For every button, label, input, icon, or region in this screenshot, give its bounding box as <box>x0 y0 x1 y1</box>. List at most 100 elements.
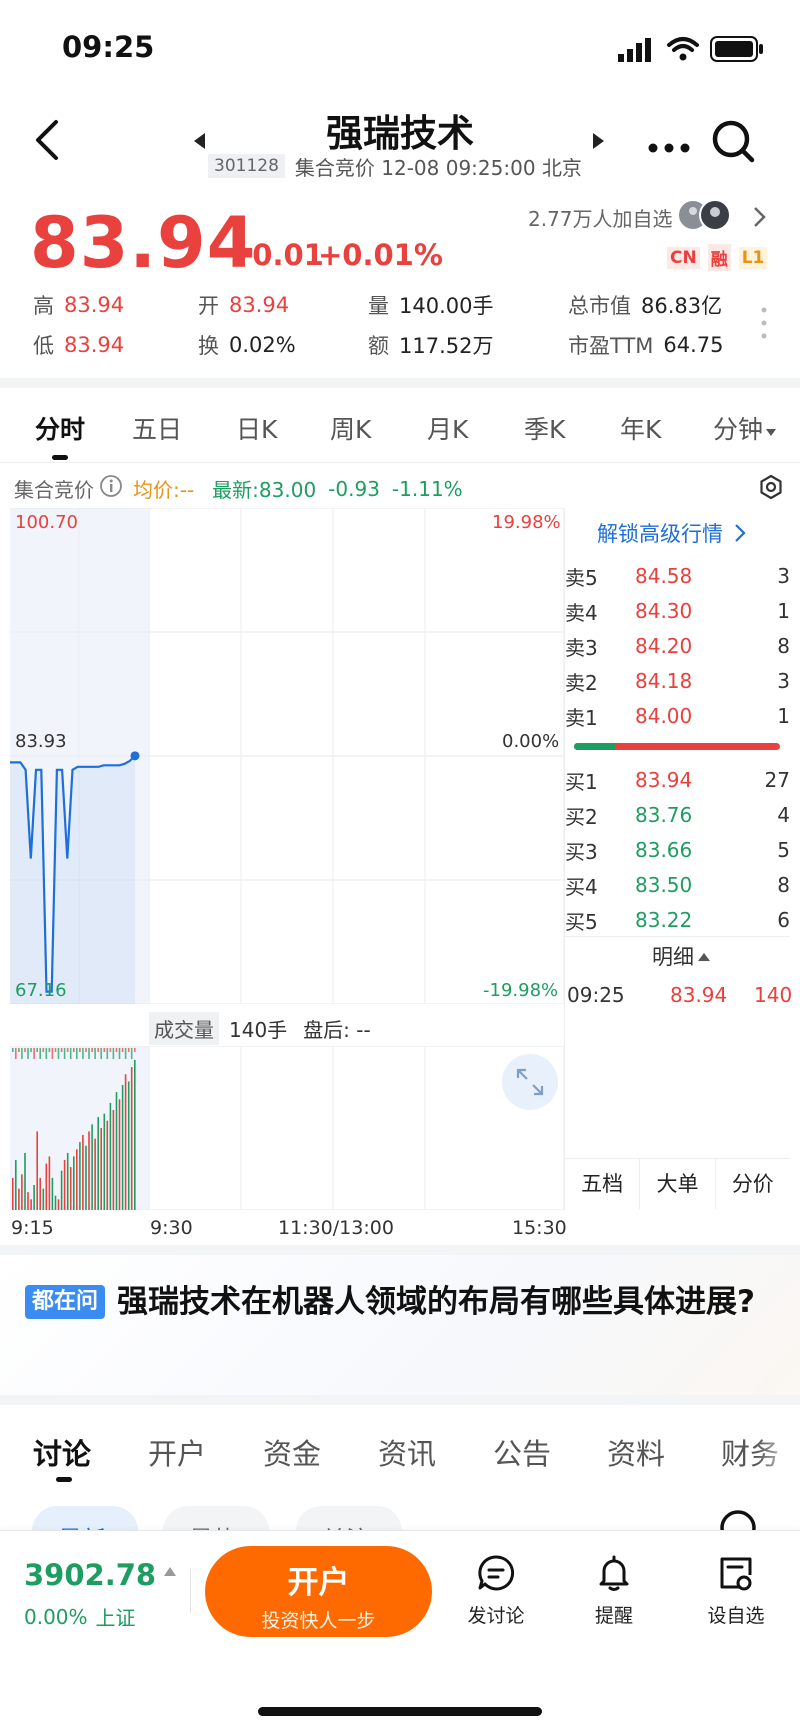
ask-row-2: 卖2 84.18 3 <box>565 664 790 698</box>
orderbook-tab-level5[interactable]: 五档 <box>565 1159 641 1209</box>
latest-price: 最新:83.00 <box>212 478 317 502</box>
volume-bar <box>66 1152 69 1210</box>
bid-volume: 6 <box>777 908 790 932</box>
tab-monthly-k[interactable]: 月K <box>427 410 468 446</box>
index-value[interactable]: 3902.78 <box>24 1558 156 1592</box>
watcher-avatars[interactable] <box>676 198 748 236</box>
stock-code: 301128 <box>208 154 285 178</box>
volume-tick <box>127 1048 130 1052</box>
orderbook-tab-big-orders[interactable]: 大单 <box>640 1159 716 1209</box>
price-change: +0.01 <box>228 238 324 272</box>
volume-tick <box>97 1048 99 1052</box>
bid-label: 买4 <box>565 874 598 899</box>
tab-daily-k[interactable]: 日K <box>236 410 277 446</box>
volume-bar <box>45 1163 48 1210</box>
volume-tick <box>45 1048 48 1059</box>
search-icon[interactable] <box>710 118 756 168</box>
axis-price-mid: 83.93 <box>15 731 67 752</box>
chevron-right-icon[interactable] <box>752 206 766 232</box>
bid-volume: 5 <box>777 838 790 862</box>
stat-mktcap-value: 86.83亿 <box>641 294 723 318</box>
axis-pct-top: 19.98% <box>492 512 561 533</box>
ask-price: 84.18 <box>635 669 693 693</box>
status-time: 09:25 <box>62 30 155 64</box>
volume-tick <box>106 1048 109 1059</box>
home-indicator <box>258 1707 542 1716</box>
time-label-midday: 11:30/13:00 <box>278 1217 394 1239</box>
bid-price: 83.22 <box>635 908 693 932</box>
ask-volume: 8 <box>777 634 790 658</box>
question-body: 强瑞技术在机器人领域的布局有哪些具体进展? <box>117 1284 755 1320</box>
volume-chart[interactable] <box>10 1046 564 1210</box>
watchers-count[interactable]: 2.77万人加自选 <box>528 203 673 232</box>
expand-chart-button[interactable] <box>502 1054 558 1110</box>
tab-news[interactable]: 资讯 <box>378 1431 436 1473</box>
intraday-price-chart[interactable] <box>10 508 564 1004</box>
tab-5day[interactable]: 五日 <box>132 410 182 446</box>
alert-button[interactable]: 提醒 <box>572 1553 656 1628</box>
ask-row-4: 卖4 84.30 1 <box>565 594 790 628</box>
volume-bar <box>60 1170 63 1210</box>
tab-capital[interactable]: 资金 <box>263 1431 321 1473</box>
volume-bar <box>18 1188 20 1210</box>
add-watchlist-button[interactable]: 设自选 <box>692 1553 780 1628</box>
volume-tick <box>39 1048 41 1059</box>
axis-pct-mid: 0.00% <box>502 731 560 752</box>
tab-discussion[interactable]: 讨论 <box>33 1431 91 1473</box>
bid-ask-ratio-bar <box>574 743 780 750</box>
open-account-button[interactable]: 开户 投资快人一步 <box>205 1546 432 1637</box>
post-discussion-button[interactable]: 发讨论 <box>452 1553 540 1628</box>
volume-bar <box>85 1145 87 1210</box>
volume-bar <box>36 1131 38 1210</box>
tab-open-account[interactable]: 开户 <box>148 1431 206 1473</box>
volume-tick <box>48 1048 51 1052</box>
unlock-advanced-quotes[interactable]: 解锁高级行情 <box>597 518 747 548</box>
volume-tick <box>42 1048 45 1052</box>
detail-label: 明细 <box>652 945 694 969</box>
info-icon[interactable] <box>99 474 123 503</box>
volume-bar <box>106 1120 109 1210</box>
caret-up-icon <box>164 1567 177 1576</box>
stat-open-value: 83.94 <box>229 293 290 317</box>
volume-tick <box>124 1048 127 1059</box>
index-pct: 0.00% <box>24 1604 88 1629</box>
ask-volume: 1 <box>777 704 790 728</box>
stat-pe-label: 市盈TTM <box>568 334 654 358</box>
volume-tick <box>115 1048 118 1052</box>
volume-tick <box>103 1048 106 1052</box>
volume-bar <box>88 1131 90 1210</box>
stat-pe-value: 64.75 <box>663 333 724 357</box>
chart-settings-icon[interactable] <box>758 474 784 504</box>
more-icon[interactable] <box>648 138 690 157</box>
tab-announcements[interactable]: 公告 <box>493 1431 551 1473</box>
volume-bar <box>15 1160 17 1210</box>
trade-detail-toggle[interactable]: 明细 <box>652 941 710 971</box>
hot-question-card[interactable]: 都在问 强瑞技术在机器人领域的布局有哪些具体进展? <box>0 1255 800 1395</box>
bid-price: 83.76 <box>635 803 693 827</box>
tab-quarterly-k[interactable]: 季K <box>524 410 565 446</box>
badge-margin: 融 <box>707 244 731 271</box>
stat-amount-label: 额 <box>368 334 389 358</box>
tab-profile[interactable]: 资料 <box>607 1431 665 1473</box>
stat-mktcap-label: 总市值 <box>568 294 631 318</box>
tab-weekly-k[interactable]: 周K <box>330 410 371 446</box>
time-label-0915: 9:15 <box>11 1217 54 1239</box>
volume-tick <box>54 1048 57 1052</box>
next-stock-arrow[interactable] <box>592 133 604 153</box>
volume-tick <box>57 1048 60 1059</box>
chevron-right-icon <box>735 524 746 542</box>
tab-finance[interactable]: 财务 <box>721 1431 800 1473</box>
badge-l1: L1 <box>738 246 768 269</box>
tab-minute[interactable]: 分钟 <box>713 410 777 446</box>
index-name: 上证 <box>95 1606 136 1630</box>
volume-tick <box>134 1048 136 1052</box>
ask-volume: 1 <box>777 599 790 623</box>
volume-bar <box>76 1149 78 1210</box>
tab-yearly-k[interactable]: 年K <box>620 410 661 446</box>
tab-intraday[interactable]: 分时 <box>35 410 85 446</box>
bid-row-3: 买3 83.66 5 <box>565 833 790 867</box>
orderbook-tab-price-dist[interactable]: 分价 <box>716 1159 790 1209</box>
time-label-1530: 15:30 <box>512 1217 567 1239</box>
wifi-icon <box>667 36 699 66</box>
vertical-more-icon[interactable] <box>760 306 768 344</box>
